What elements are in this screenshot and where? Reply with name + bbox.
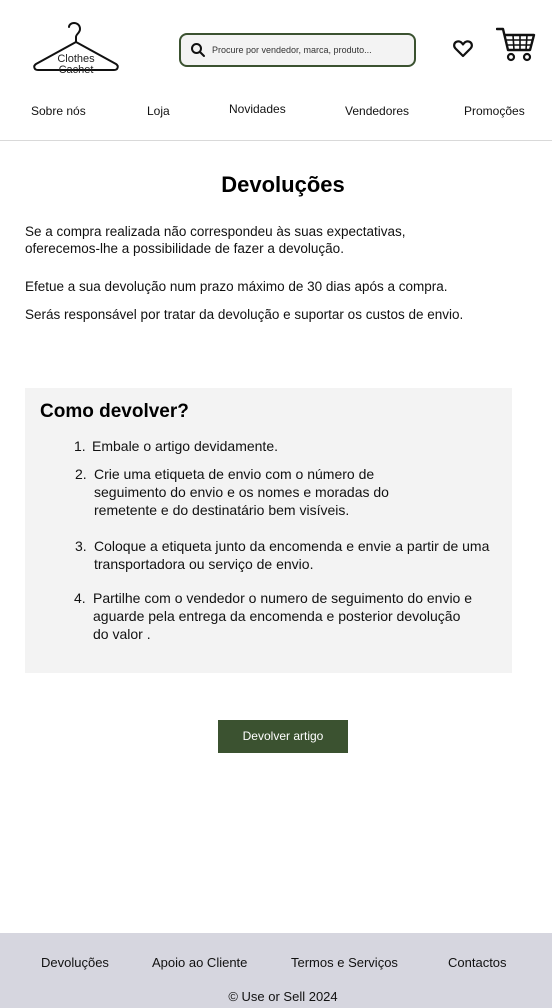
nav-item-loja[interactable]: Loja (147, 104, 170, 118)
copyright-text: © Use or Sell 2024 (228, 989, 338, 1004)
nav-item-vendedores[interactable]: Vendedores (345, 104, 409, 118)
how-to-return-box: Como devolver? 1. Embale o artigo devida… (25, 388, 512, 673)
step-number: 2. (75, 466, 87, 482)
step-text: Coloque a etiqueta junto da encomenda e … (94, 538, 490, 572)
responsibility-text: Serás responsável por tratar da devoluçã… (25, 307, 464, 322)
search-icon[interactable] (190, 42, 206, 58)
footer-link-termos[interactable]: Termos e Serviços (291, 955, 398, 970)
site-header: Clothes Cachet Sobre nós Loja Novidades … (0, 0, 552, 141)
cart-icon[interactable] (496, 26, 536, 62)
deadline-text: Efetue a sua devolução num prazo máximo … (25, 279, 448, 294)
step-number: 1. (74, 438, 86, 454)
step-text: Crie uma etiqueta de envio com o número … (94, 466, 389, 518)
search-bar[interactable] (179, 33, 416, 67)
nav-item-novidades[interactable]: Novidades (229, 102, 286, 116)
nav-item-sobre-nos[interactable]: Sobre nós (31, 104, 86, 118)
logo-text-line2: Cachet (58, 64, 94, 76)
step-text: Embale o artigo devidamente. (92, 438, 278, 454)
step-number: 4. (74, 590, 86, 606)
footer-link-contactos[interactable]: Contactos (448, 955, 507, 970)
intro-text: Se a compra realizada não correspondeu à… (25, 224, 406, 256)
footer-link-apoio-cliente[interactable]: Apoio ao Cliente (152, 955, 247, 970)
how-to-title: Como devolver? (40, 401, 189, 422)
search-input[interactable] (212, 41, 408, 59)
return-item-button[interactable]: Devolver artigo (218, 720, 348, 753)
page-title: Devoluções (221, 172, 345, 197)
site-footer: Devoluções Apoio ao Cliente Termos e Ser… (0, 933, 552, 1008)
step-text: Partilhe com o vendedor o numero de segu… (93, 590, 473, 642)
main-nav: Sobre nós Loja Novidades Vendedores Prom… (0, 96, 552, 126)
nav-item-promocoes[interactable]: Promoções (464, 104, 525, 118)
footer-link-devolucoes[interactable]: Devoluções (41, 955, 109, 970)
heart-icon[interactable] (453, 40, 473, 58)
step-number: 3. (75, 538, 87, 554)
logo[interactable]: Clothes Cachet (30, 20, 122, 76)
